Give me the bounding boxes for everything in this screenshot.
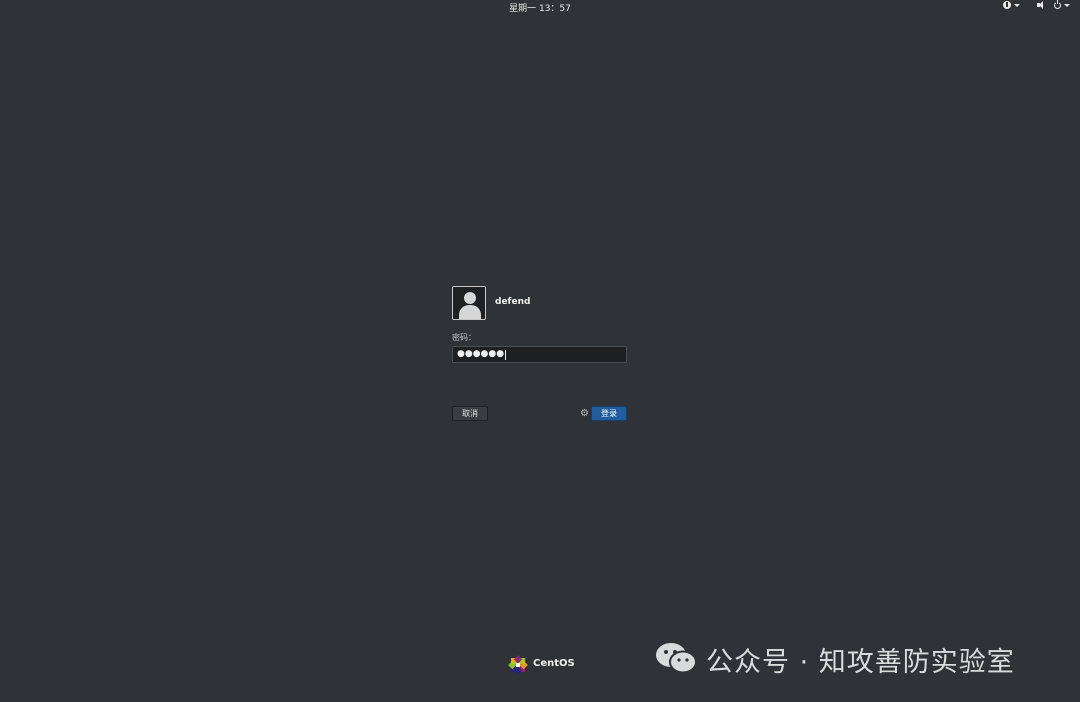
- volume-icon: [1037, 1, 1046, 9]
- brand-label: CentOS: [533, 658, 575, 669]
- cancel-button[interactable]: 取消: [452, 406, 488, 421]
- text-cursor: [505, 349, 507, 360]
- avatar: [452, 286, 486, 320]
- power-icon: [1054, 0, 1061, 9]
- username-label: defend: [495, 297, 531, 307]
- login-button[interactable]: 登录: [591, 406, 627, 421]
- clock[interactable]: 星期一 13：57: [0, 1, 1080, 14]
- avatar-head: [464, 292, 476, 304]
- login-screen: 星期一 13：57 defend 密码： ●●●●●● 取消 ⚙ 登录 Cent…: [0, 0, 1080, 702]
- accessibility-menu[interactable]: [1003, 1, 1020, 9]
- password-label: 密码：: [452, 333, 476, 342]
- avatar-body: [459, 305, 481, 319]
- centos-logo-icon: [508, 655, 528, 675]
- wechat-icon: [656, 643, 697, 674]
- system-menu[interactable]: [1037, 0, 1070, 9]
- watermark-text: 公众号 · 知攻善防实验室: [706, 647, 1015, 678]
- password-mask: ●●●●●●: [457, 349, 505, 359]
- accessibility-icon: [1003, 1, 1011, 9]
- gear-icon[interactable]: ⚙: [580, 409, 589, 419]
- top-bar: 星期一 13：57: [0, 0, 1080, 14]
- password-field[interactable]: ●●●●●●: [452, 346, 627, 363]
- chevron-down-icon: [1014, 3, 1020, 7]
- chevron-down-icon: [1064, 3, 1070, 7]
